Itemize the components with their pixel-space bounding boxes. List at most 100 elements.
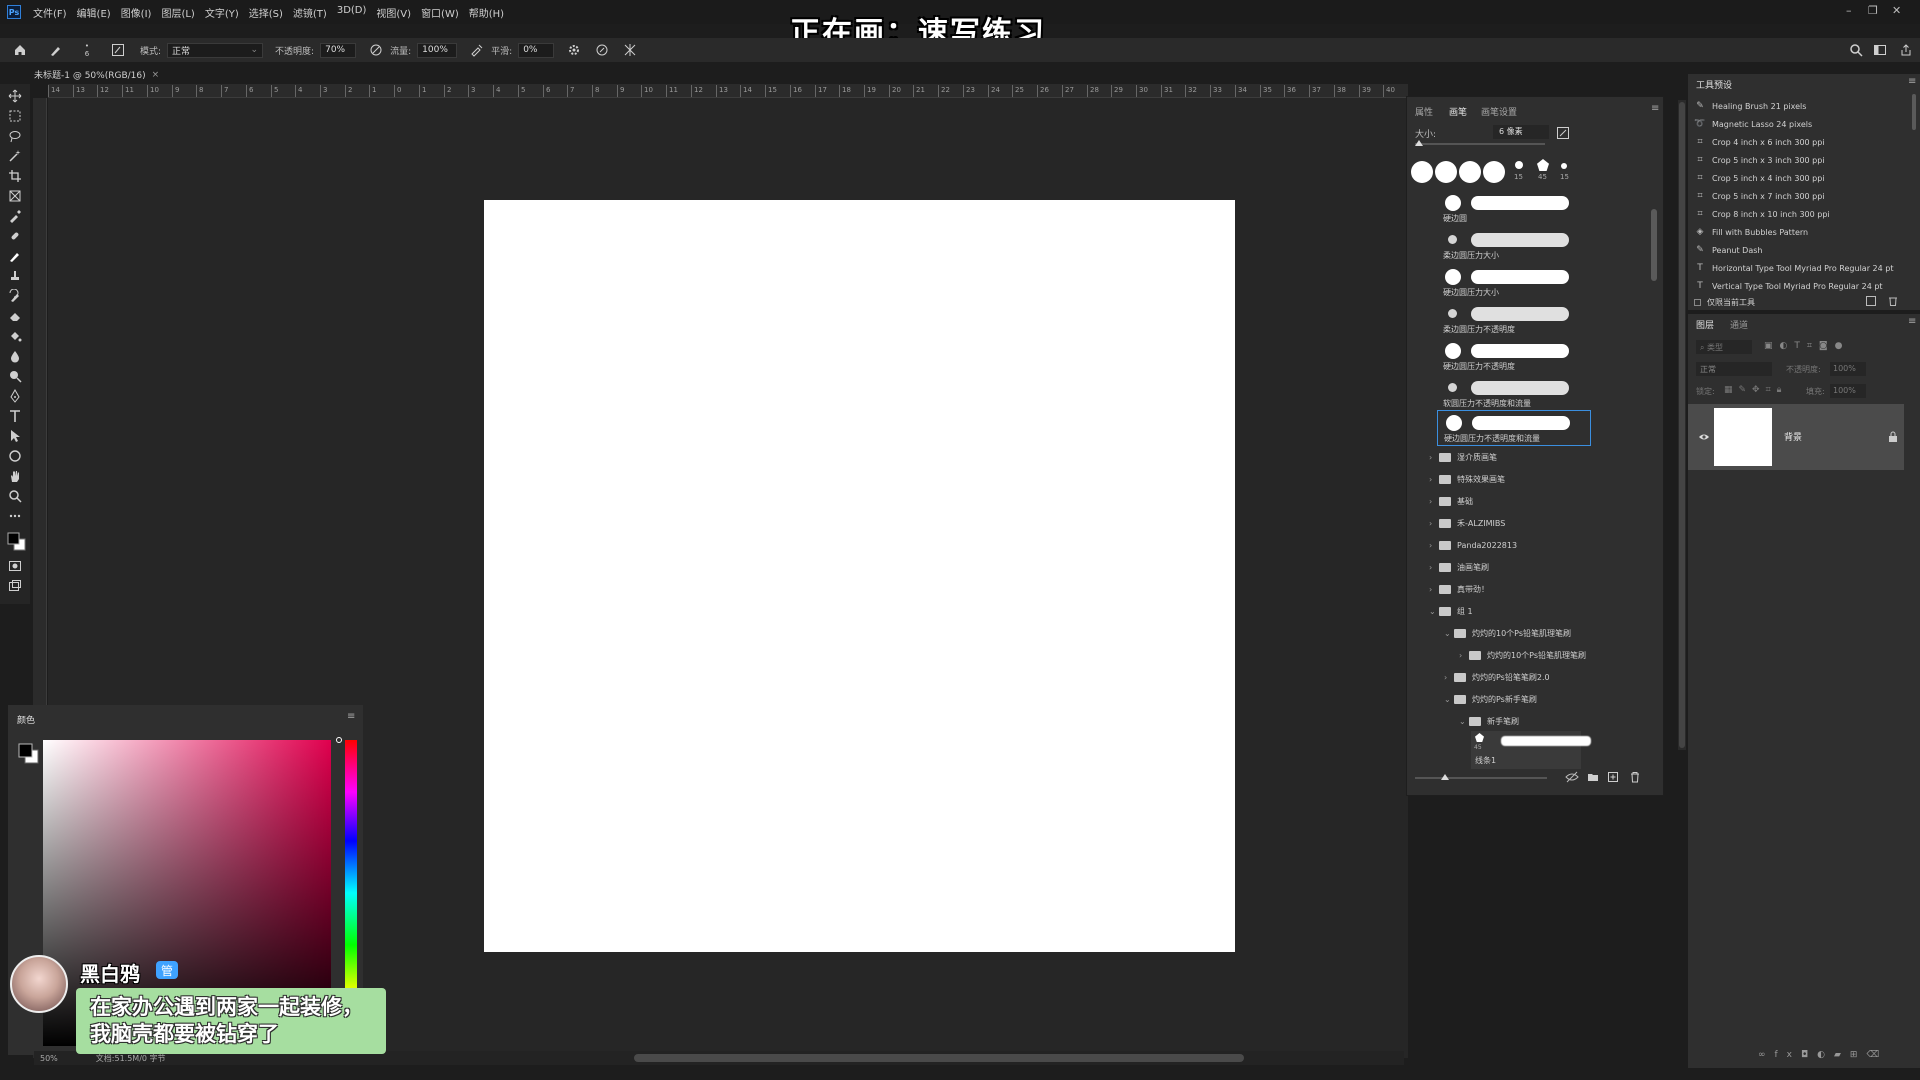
eye-icon[interactable]: [1698, 432, 1710, 442]
blur-tool-icon[interactable]: [7, 348, 23, 364]
layer-opacity-field[interactable]: 100%: [1830, 362, 1866, 376]
mask-icon[interactable]: ◘: [1801, 1050, 1817, 1060]
share-icon[interactable]: [1898, 42, 1914, 58]
visibility-toggle-icon[interactable]: [1565, 771, 1579, 783]
lasso-tool-icon[interactable]: [7, 128, 23, 144]
recent-brush-tip[interactable]: [1435, 161, 1457, 183]
brush-folder[interactable]: ⌄ 新手笔刷: [1459, 713, 1519, 729]
brush-folder[interactable]: › Panda2022813: [1429, 537, 1517, 553]
brush-settings-toggle-icon[interactable]: [110, 42, 126, 58]
menu-layer[interactable]: 图层(L): [161, 5, 194, 20]
brush-item[interactable]: 硬边圆压力大小: [1437, 265, 1591, 301]
folder-icon[interactable]: ▰: [1834, 1050, 1850, 1060]
zoom-tool-icon[interactable]: [7, 488, 23, 504]
search-icon[interactable]: [1848, 42, 1864, 58]
preset-item[interactable]: ✎ Peanut Dash: [1694, 242, 1762, 258]
move-tool-icon[interactable]: [7, 88, 23, 104]
symmetry-icon[interactable]: [622, 42, 638, 58]
scrollbar[interactable]: [1678, 100, 1686, 750]
brush-folder[interactable]: › 油画笔刷: [1429, 559, 1489, 575]
preset-item[interactable]: ⌗ Crop 5 inch x 3 inch 300 ppi: [1694, 152, 1824, 168]
fill-field[interactable]: 100%: [1830, 384, 1866, 398]
panel-menu-icon[interactable]: ≡: [1908, 316, 1916, 327]
brush-folder[interactable]: › 湿介质画笔: [1429, 449, 1497, 465]
brush-item[interactable]: 柔边圆压力大小: [1437, 228, 1591, 264]
tab-properties[interactable]: 属性: [1415, 105, 1433, 118]
preset-item[interactable]: ⌗ Crop 4 inch x 6 inch 300 ppi: [1694, 134, 1824, 150]
smoothing-field[interactable]: 0%: [518, 42, 555, 58]
magic-wand-tool-icon[interactable]: [7, 148, 23, 164]
adjustment-icon[interactable]: ◐: [1817, 1050, 1834, 1060]
brush-folder[interactable]: ⌄ 灼灼的10个Ps铅笔肌理笔刷: [1444, 625, 1571, 641]
flow-field[interactable]: 100%: [417, 42, 458, 58]
recent-brush-tip[interactable]: [1483, 161, 1505, 183]
menu-type[interactable]: 文字(Y): [205, 5, 239, 20]
menu-file[interactable]: 文件(F): [33, 5, 67, 20]
brush-item[interactable]: 硬边圆压力不透明度: [1437, 339, 1591, 375]
current-tool-only-checkbox[interactable]: 仅限当前工具: [1694, 294, 1755, 310]
preview-size-handle[interactable]: [1441, 774, 1449, 780]
history-brush-tool-icon[interactable]: [7, 288, 23, 304]
preset-item[interactable]: ✎ Healing Brush 21 pixels: [1694, 98, 1806, 114]
fx-icon[interactable]: fx: [1775, 1050, 1802, 1060]
color-picker-cursor[interactable]: [336, 737, 342, 743]
pressure-opacity-icon[interactable]: [368, 42, 384, 58]
marquee-tool-icon[interactable]: [7, 108, 23, 124]
eyedropper-tool-icon[interactable]: [7, 208, 23, 224]
more-tools-icon[interactable]: [7, 508, 23, 524]
restore-icon[interactable]: ❐: [1868, 4, 1878, 17]
preset-item[interactable]: T Vertical Type Tool Myriad Pro Regular 2…: [1694, 278, 1882, 294]
lock-icons[interactable]: ▦✎✥⌗🔒︎: [1724, 385, 1787, 395]
hand-tool-icon[interactable]: [7, 468, 23, 484]
new-group-icon[interactable]: [1587, 771, 1599, 783]
minimize-icon[interactable]: –: [1846, 4, 1852, 17]
ellipse-tool-icon[interactable]: [7, 448, 23, 464]
recent-brush-tip[interactable]: [1537, 159, 1549, 171]
dodge-tool-icon[interactable]: [7, 368, 23, 384]
brush-folder[interactable]: ⌄ 组 1: [1429, 603, 1473, 619]
gear-icon[interactable]: [566, 42, 582, 58]
type-tool-icon[interactable]: [7, 408, 23, 424]
preset-item[interactable]: ⌗ Crop 5 inch x 4 inch 300 ppi: [1694, 170, 1824, 186]
preset-item[interactable]: ⌗ Crop 8 inch x 10 inch 300 ppi: [1694, 206, 1829, 222]
brush-item[interactable]: 硬边圆: [1437, 191, 1591, 227]
foreground-background-swatches[interactable]: [18, 743, 40, 765]
path-selection-tool-icon[interactable]: [7, 428, 23, 444]
pressure-size-icon[interactable]: [594, 42, 610, 58]
document-info[interactable]: 文档:51.5M/0 字节: [96, 1053, 166, 1064]
screen-mode-icon[interactable]: [7, 578, 23, 594]
brush-folder[interactable]: › 禾-ALZIMIBS: [1429, 515, 1505, 531]
close-window-icon[interactable]: ✕: [1892, 4, 1901, 17]
new-brush-icon[interactable]: [1557, 127, 1569, 139]
layer-filter-icons[interactable]: ▣◐T⌗◙●: [1764, 341, 1850, 351]
panel-menu-icon[interactable]: ≡: [347, 711, 355, 722]
healing-brush-tool-icon[interactable]: [7, 228, 23, 244]
blend-mode-select[interactable]: 正常: [1696, 362, 1772, 376]
document-canvas[interactable]: [484, 200, 1235, 952]
new-layer-icon[interactable]: ⊞: [1850, 1050, 1867, 1060]
trash-icon[interactable]: [1888, 296, 1898, 306]
panel-menu-icon[interactable]: ≡: [1908, 76, 1916, 87]
quick-mask-icon[interactable]: [7, 558, 23, 574]
brush-item[interactable]: 柔边圆压力不透明度: [1437, 302, 1591, 338]
airbrush-icon[interactable]: [469, 42, 485, 58]
menu-help[interactable]: 帮助(H): [469, 5, 504, 20]
size-slider[interactable]: [1415, 143, 1545, 145]
preset-item[interactable]: T Horizontal Type Tool Myriad Pro Regular…: [1694, 260, 1893, 276]
recent-brush-tip[interactable]: [1515, 161, 1523, 169]
menu-edit[interactable]: 编辑(E): [77, 5, 111, 20]
menu-view[interactable]: 视图(V): [376, 5, 411, 20]
clone-stamp-tool-icon[interactable]: [7, 268, 23, 284]
brush-tool-icon[interactable]: [48, 42, 64, 58]
home-icon[interactable]: [12, 42, 28, 58]
menu-select[interactable]: 选择(S): [249, 5, 283, 20]
brush-folder[interactable]: › 灼灼的10个Ps铅笔肌理笔刷: [1459, 647, 1586, 663]
mode-select[interactable]: 正常 ⌄: [167, 42, 264, 58]
recent-brush-tip[interactable]: [1411, 161, 1433, 183]
horizontal-scrollbar[interactable]: [634, 1054, 1244, 1062]
new-brush-button-icon[interactable]: [1607, 771, 1619, 783]
document-tab[interactable]: 未标题-1 @ 50%(RGB/16) ×: [34, 67, 159, 82]
eraser-tool-icon[interactable]: [7, 308, 23, 324]
layer-actions[interactable]: ∞fx◘◐▰⊞⌫: [1758, 1050, 1888, 1060]
brush-item[interactable]: 软圆压力不透明度和流量: [1437, 376, 1591, 412]
